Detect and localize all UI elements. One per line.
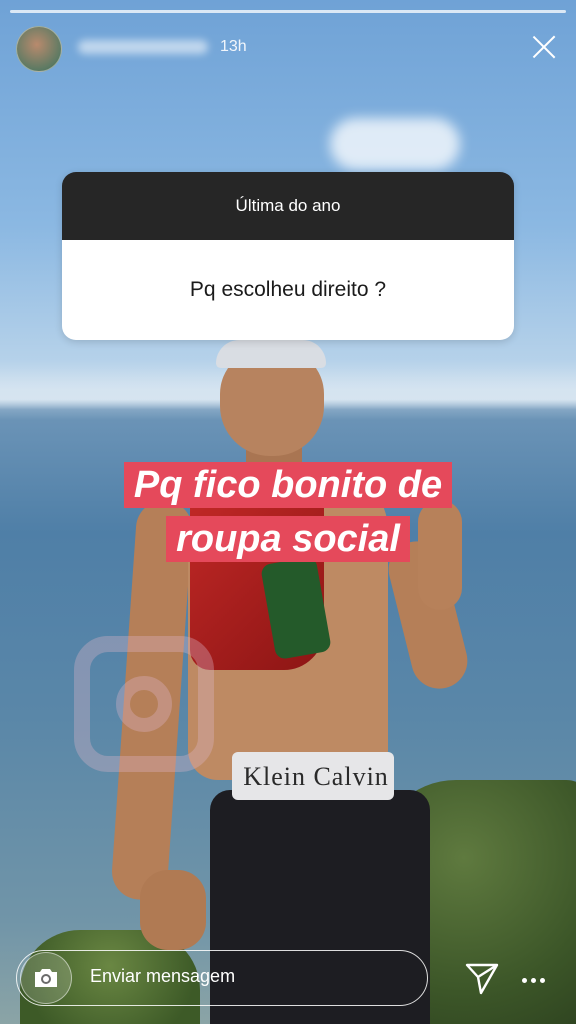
story-footer: Enviar mensagem xyxy=(16,946,560,1006)
more-icon[interactable] xyxy=(522,970,556,984)
message-placeholder[interactable]: Enviar mensagem xyxy=(90,966,235,987)
question-sticker-title: Última do ano xyxy=(62,172,514,240)
person-left-hand xyxy=(140,870,206,950)
close-icon[interactable] xyxy=(528,30,560,62)
story-progress-bar xyxy=(10,10,566,14)
instagram-watermark-lens xyxy=(116,676,172,732)
waistband-text: Klein Calvin xyxy=(243,762,389,791)
username-blurred[interactable] xyxy=(78,40,208,54)
answer-line-1: Pq fico bonito de xyxy=(0,462,576,508)
story-photo: Klein Calvin xyxy=(0,0,576,1024)
answer-line-2: roupa social xyxy=(0,516,576,562)
camera-icon xyxy=(35,969,57,987)
question-sticker[interactable]: Última do ano Pq escolheu direito ? xyxy=(62,172,514,340)
send-icon xyxy=(465,963,499,995)
progress-segment xyxy=(10,10,566,13)
send-button[interactable] xyxy=(464,960,500,996)
question-text: Pq escolheu direito ? xyxy=(62,240,514,340)
story-time: 13h xyxy=(220,38,247,55)
story-header: 13h xyxy=(16,24,560,72)
cloud xyxy=(330,118,460,170)
camera-button[interactable] xyxy=(20,952,72,1004)
answer-text: Pq fico bonito de xyxy=(123,462,453,508)
avatar[interactable] xyxy=(16,26,62,72)
answer-text: roupa social xyxy=(166,516,410,562)
person-cap xyxy=(216,340,326,368)
